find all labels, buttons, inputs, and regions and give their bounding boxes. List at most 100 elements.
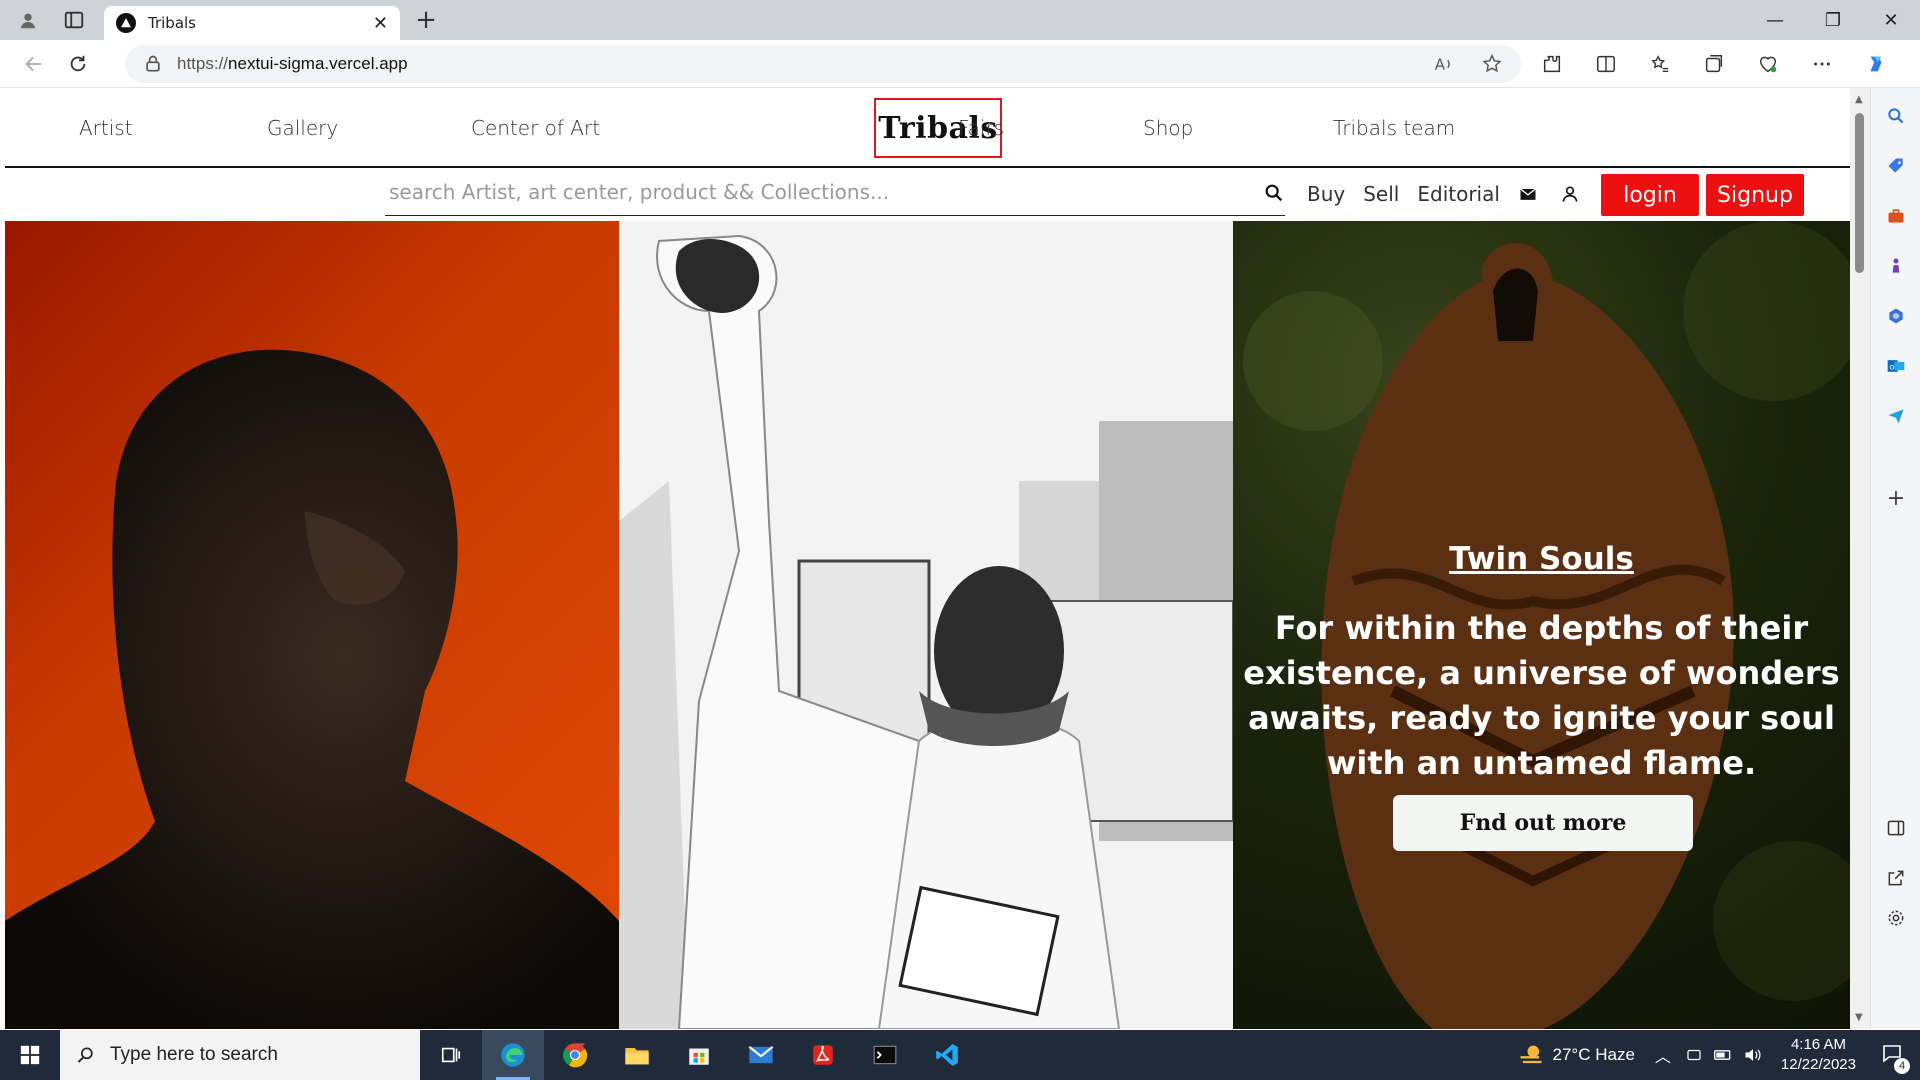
mail-icon[interactable]: [1518, 183, 1540, 205]
browser-toolbar: [1534, 44, 1894, 84]
url-field[interactable]: https://nextui-sigma.vercel.app A: [125, 45, 1521, 83]
taskbar-search-icon: [77, 1047, 93, 1063]
open-external-icon[interactable]: [1884, 866, 1908, 890]
extensions-icon[interactable]: [1534, 44, 1570, 84]
weather-widget[interactable]: 27°C Haze: [1517, 1041, 1635, 1069]
send-telegram-icon[interactable]: [1884, 404, 1908, 428]
tools-briefcase-icon[interactable]: [1884, 204, 1908, 228]
show-hidden-icons-chevron-icon[interactable]: ︿: [1655, 1043, 1671, 1067]
sell-link[interactable]: Sell: [1363, 182, 1399, 206]
system-tray: 27°C Haze ︿ 4:16 AM 12/22/2023 4: [1517, 1030, 1920, 1080]
hero-section: Twin Souls For within the depths of thei…: [5, 221, 1850, 1029]
microsoft-365-icon[interactable]: [1884, 304, 1908, 328]
address-bar-row: https://nextui-sigma.vercel.app A: [0, 40, 1920, 88]
meet-now-icon[interactable]: [1685, 1046, 1703, 1064]
microsoft-store-icon[interactable]: [668, 1030, 730, 1080]
add-sidebar-app-icon[interactable]: +: [1884, 486, 1908, 511]
user-icon[interactable]: [1560, 183, 1582, 205]
copilot-icon[interactable]: [1858, 44, 1894, 84]
scroll-up-icon[interactable]: ▲: [1855, 94, 1863, 105]
svg-text:o: o: [1889, 361, 1894, 371]
browser-tab[interactable]: Tribals ✕: [104, 6, 400, 40]
nav-fairs[interactable]: Fairs: [958, 116, 1004, 140]
outlook-icon[interactable]: o: [1884, 354, 1908, 378]
battery-icon[interactable]: [1713, 1045, 1733, 1065]
site-favicon-icon: [116, 13, 136, 33]
close-window-icon[interactable]: ✕: [1862, 0, 1920, 40]
tab-title: Tribals: [148, 14, 196, 32]
notifications-icon[interactable]: 4: [1880, 1041, 1910, 1074]
notification-count-badge: 4: [1894, 1057, 1910, 1074]
file-explorer-icon[interactable]: [606, 1030, 668, 1080]
hide-sidebar-icon[interactable]: [1884, 816, 1908, 840]
games-chess-icon[interactable]: [1884, 254, 1908, 278]
nav-tribals-team[interactable]: Tribals team: [1333, 116, 1455, 140]
restore-icon[interactable]: ❐: [1804, 0, 1862, 40]
search-bar: [385, 170, 1285, 216]
favorites-icon[interactable]: [1642, 44, 1678, 84]
refresh-icon[interactable]: [56, 44, 100, 84]
volume-icon[interactable]: [1743, 1045, 1763, 1065]
mail-app-icon[interactable]: [730, 1030, 792, 1080]
vscode-icon[interactable]: [916, 1030, 978, 1080]
browser-essentials-icon[interactable]: [1750, 44, 1786, 84]
hero-description: For within the depths of their existence…: [1243, 609, 1840, 782]
signup-button[interactable]: Signup: [1706, 174, 1804, 216]
login-button[interactable]: login: [1601, 174, 1699, 216]
weather-text: 27°C Haze: [1552, 1045, 1635, 1064]
lock-icon[interactable]: [143, 54, 163, 74]
scroll-thumb[interactable]: [1855, 113, 1864, 273]
nav-shop[interactable]: Shop: [1143, 116, 1193, 140]
settings-gear-icon[interactable]: [1884, 906, 1908, 930]
nav-center-of-art[interactable]: Center of Art: [471, 116, 600, 140]
scroll-down-icon[interactable]: ▼: [1855, 1012, 1863, 1023]
browser-tab-bar: Tribals ✕ + — ❐ ✕: [0, 0, 1920, 40]
clock-time: 4:16 AM: [1790, 1036, 1846, 1053]
search-icon[interactable]: [1263, 182, 1285, 204]
read-aloud-icon[interactable]: A: [1433, 53, 1455, 75]
shopping-tag-icon[interactable]: [1884, 154, 1908, 178]
tab-actions-icon[interactable]: [56, 5, 92, 35]
nav-artist[interactable]: Artist: [79, 116, 133, 140]
minimize-icon[interactable]: —: [1746, 0, 1804, 40]
collections-icon[interactable]: [1696, 44, 1732, 84]
chrome-icon[interactable]: [544, 1030, 606, 1080]
taskbar-search-placeholder: Type here to search: [110, 1044, 278, 1065]
split-screen-icon[interactable]: [1588, 44, 1624, 84]
back-icon[interactable]: [12, 44, 56, 84]
editorial-link[interactable]: Editorial: [1417, 182, 1500, 206]
favorite-star-icon[interactable]: [1481, 53, 1503, 75]
profile-icon[interactable]: [10, 5, 46, 35]
hero-image-protest: [619, 221, 1233, 1029]
edge-browser-icon[interactable]: [482, 1030, 544, 1080]
windows-taskbar: Type here to search 27°C Haze ︿ 4:16 AM …: [0, 1030, 1920, 1080]
page-scrollbar[interactable]: ▲ ▼: [1850, 88, 1870, 1029]
acrobat-icon[interactable]: [792, 1030, 854, 1080]
task-view-icon[interactable]: [420, 1030, 482, 1080]
sub-navigation: Buy Sell Editorial login Signup: [5, 170, 1850, 218]
close-tab-icon[interactable]: ✕: [373, 13, 388, 34]
hero-title[interactable]: Twin Souls: [1233, 541, 1850, 577]
new-tab-button[interactable]: +: [410, 5, 442, 35]
find-out-more-button[interactable]: Fnd out more: [1393, 795, 1693, 851]
more-menu-icon[interactable]: [1804, 44, 1840, 84]
hero-image-portrait: [5, 221, 619, 1029]
search-input[interactable]: [385, 170, 1205, 214]
edge-sidebar: o +: [1870, 88, 1920, 1029]
buy-link[interactable]: Buy: [1307, 182, 1345, 206]
terminal-icon[interactable]: [854, 1030, 916, 1080]
svg-text:A: A: [1435, 57, 1445, 74]
portrait-silhouette: [5, 349, 619, 1029]
url-text: https://nextui-sigma.vercel.app: [177, 54, 408, 73]
taskbar-search[interactable]: Type here to search: [60, 1030, 420, 1080]
web-page: Artist Gallery Center of Art Tribals Fai…: [5, 88, 1850, 1029]
site-header: Artist Gallery Center of Art Tribals Fai…: [5, 88, 1850, 168]
start-windows-icon[interactable]: [0, 1030, 60, 1080]
sidebar-search-icon[interactable]: [1884, 104, 1908, 128]
haze-weather-icon: [1520, 1045, 1541, 1064]
nav-gallery[interactable]: Gallery: [267, 116, 338, 140]
taskbar-clock[interactable]: 4:16 AM 12/22/2023: [1781, 1035, 1856, 1075]
window-controls: — ❐ ✕: [1746, 0, 1920, 40]
sub-links: Buy Sell Editorial: [1307, 182, 1602, 206]
hero-feature-panel: Twin Souls For within the depths of thei…: [1233, 221, 1850, 1029]
